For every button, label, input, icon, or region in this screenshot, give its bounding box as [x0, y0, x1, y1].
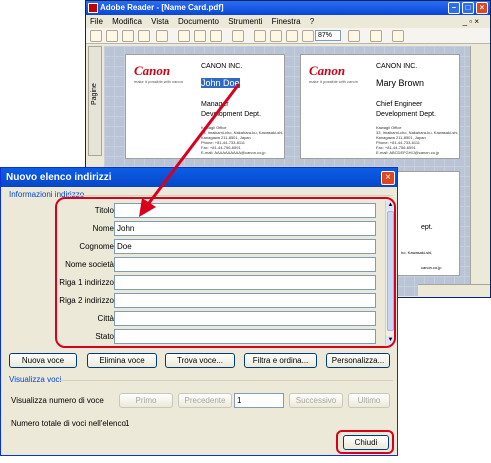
annotation-arrow: [139, 83, 241, 217]
annotation-arrow-line: [147, 83, 241, 204]
annotation-arrow-head: [139, 198, 156, 217]
